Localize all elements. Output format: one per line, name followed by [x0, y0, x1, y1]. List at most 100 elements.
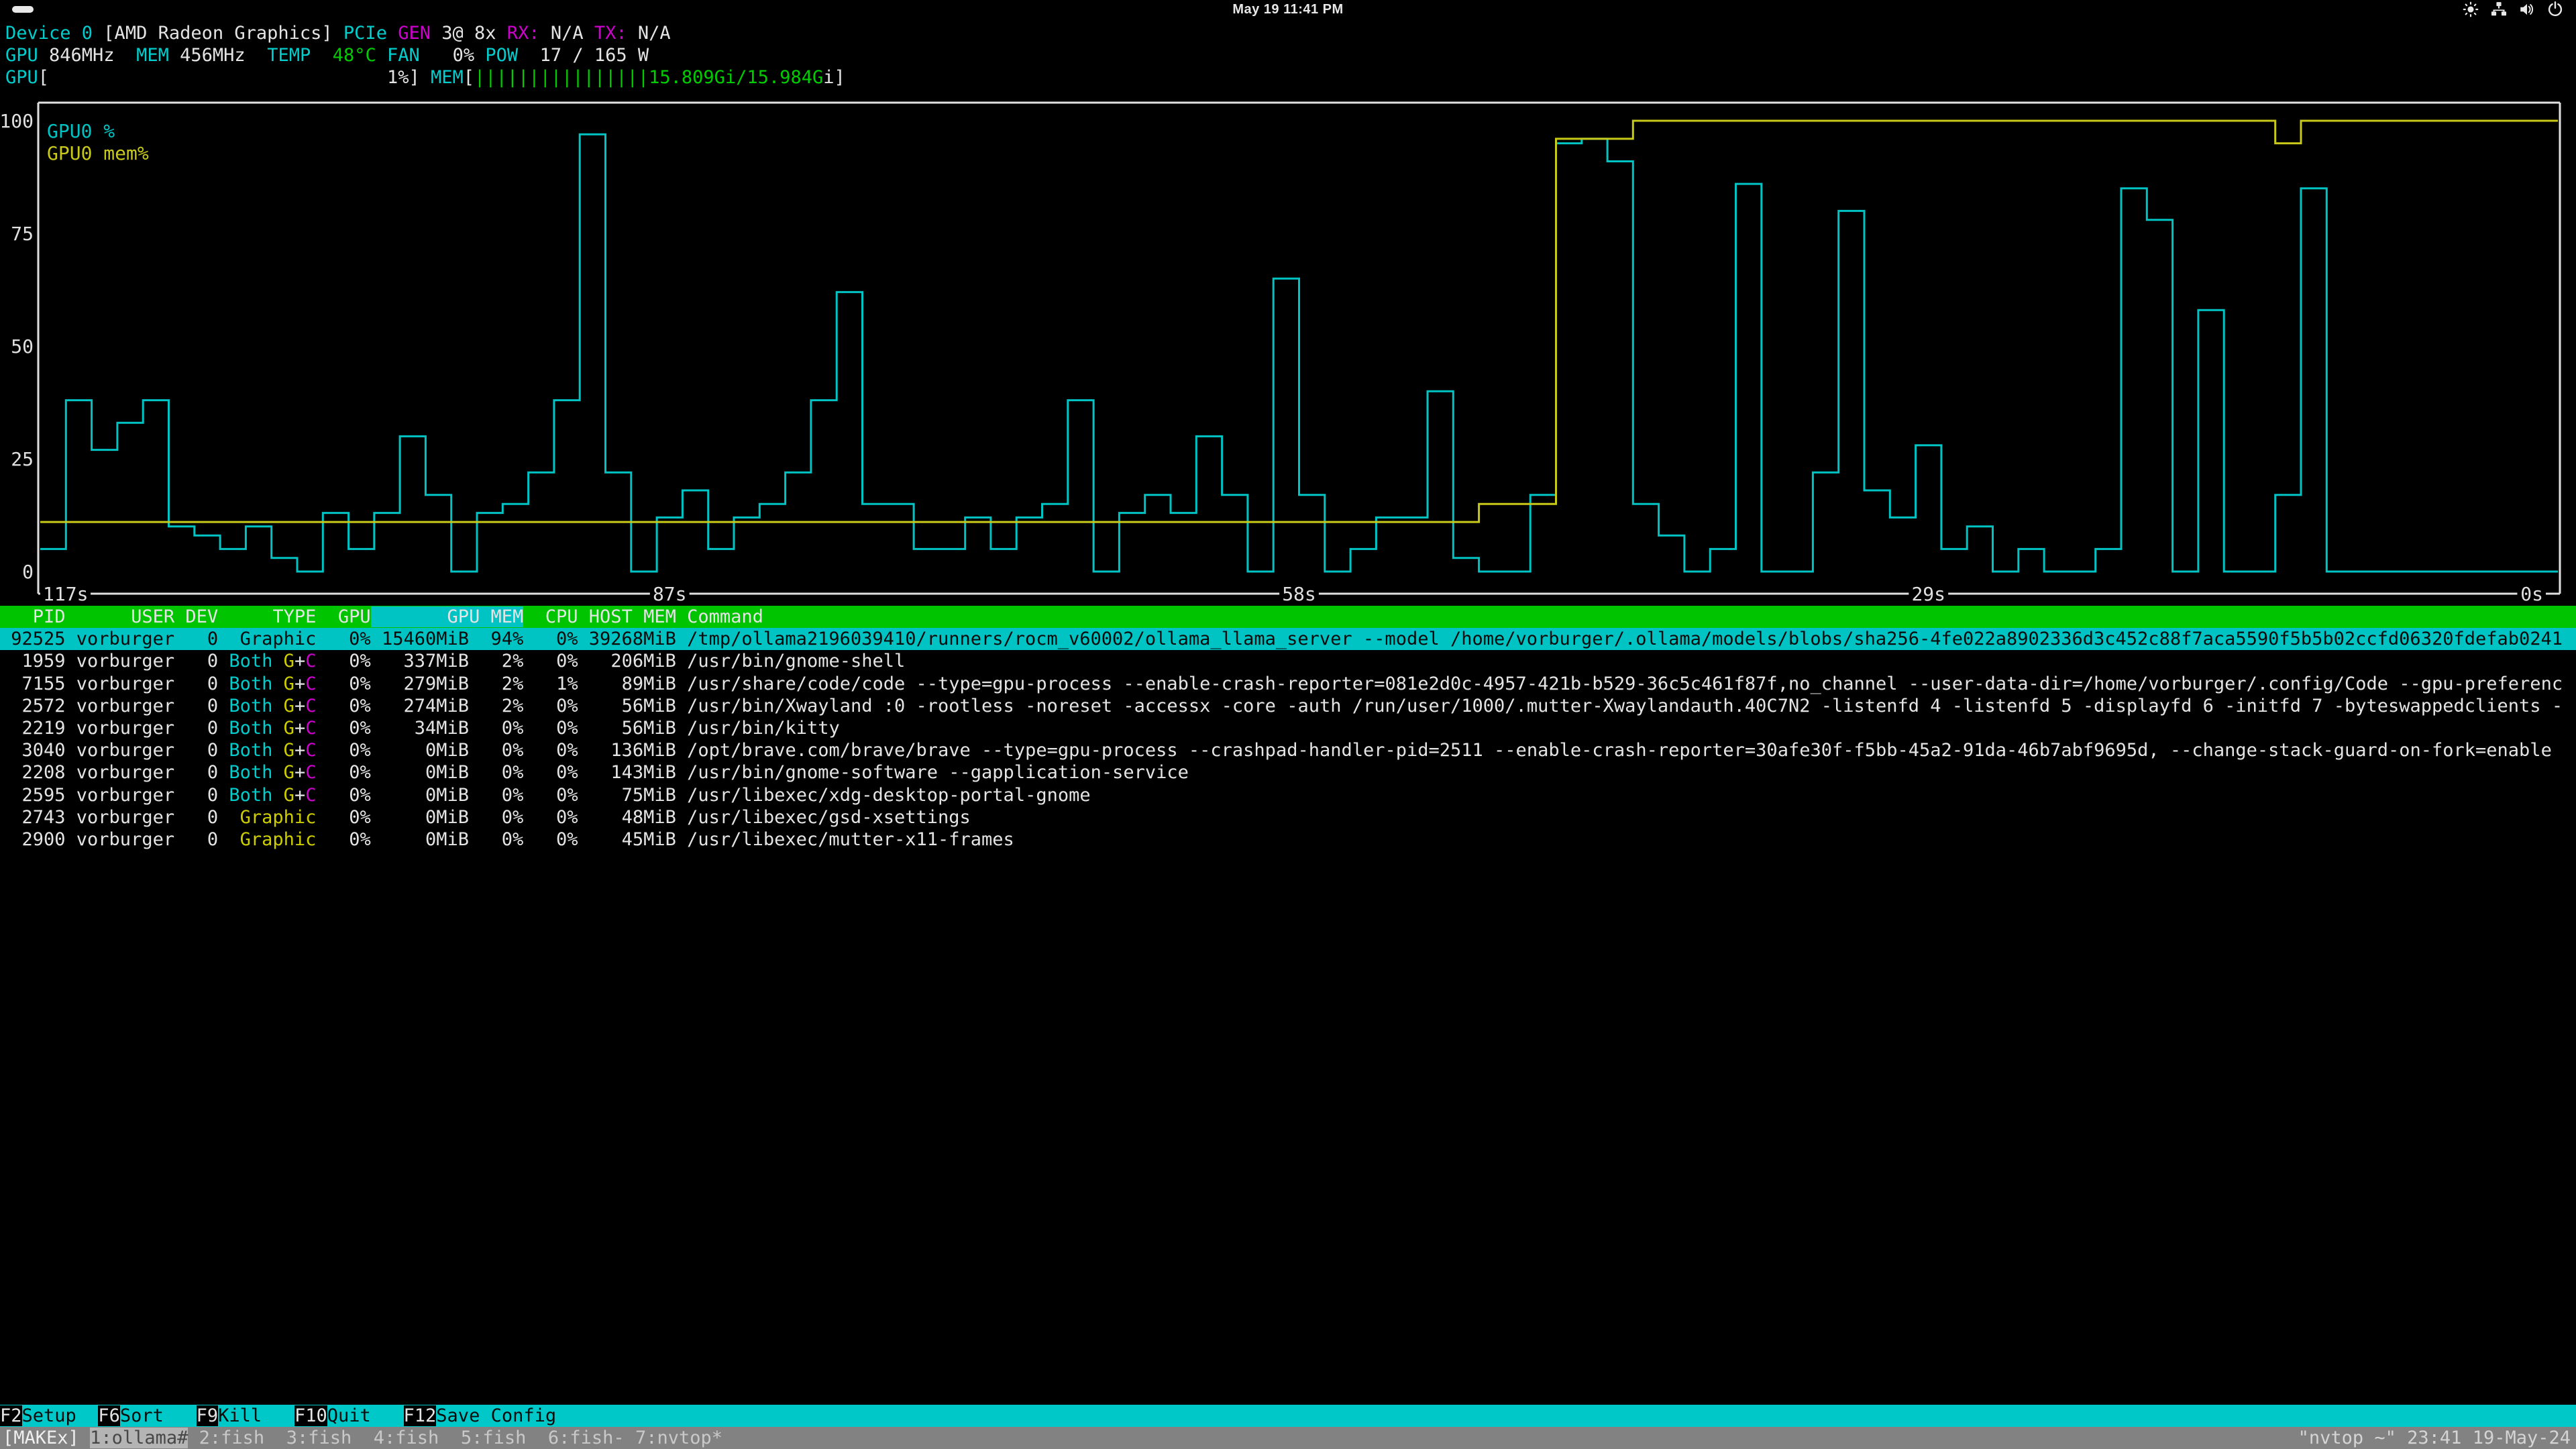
process-row[interactable]: 92525 vorburger 0 Graphic 0% 15460MiB 94…	[0, 628, 2576, 650]
tmux-window-2fish[interactable]: 2:fish	[199, 1428, 276, 1448]
process-table: PID USER DEV TYPE GPU GPU MEM CPU HOST M…	[0, 606, 2576, 851]
svg-text:117s: 117s	[43, 583, 88, 605]
process-cell-text: 7155 vorburger 0	[0, 674, 229, 694]
process-cell-text: G	[284, 674, 294, 694]
svg-text:GPU0 %: GPU0 %	[47, 120, 115, 142]
process-cell-text: G	[284, 718, 294, 739]
process-cell-text: 0% 274MiB 2% 0% 56MiB /usr/bin/Xwayland …	[316, 696, 2563, 716]
process-row[interactable]: 2219 vorburger 0 Both G+C 0% 34MiB 0% 0%…	[0, 717, 2576, 739]
process-cell-text: 3040 vorburger 0	[0, 740, 229, 761]
process-cell-text: Both	[229, 785, 272, 806]
process-row[interactable]: 2595 vorburger 0 Both G+C 0% 0MiB 0% 0% …	[0, 784, 2576, 806]
tmux-window-6fish[interactable]: 6:fish-	[548, 1428, 625, 1448]
process-cell-text: 2900 vorburger 0	[0, 829, 229, 850]
process-cell-text: Both	[229, 740, 272, 761]
process-cell-text: Both	[229, 696, 272, 716]
process-rows: 92525 vorburger 0 Graphic 0% 15460MiB 94…	[0, 628, 2576, 851]
process-cell-text: Graphic	[229, 807, 316, 828]
tmux-window-1ollama[interactable]: 1:ollama#	[90, 1428, 188, 1448]
process-cell-text: +	[294, 651, 305, 672]
process-row[interactable]: 1959 vorburger 0 Both G+C 0% 337MiB 2% 0…	[0, 650, 2576, 672]
process-cell-text: 0% 34MiB 0% 0% 56MiB /usr/bin/kitty	[316, 718, 839, 739]
process-cell-text: 0% 0MiB 0% 0% 136MiB /opt/brave.com/brav…	[316, 740, 2551, 761]
process-cell-text: +	[294, 740, 305, 761]
fkey-f10[interactable]: F10	[294, 1405, 327, 1426]
process-cell-text: C	[305, 718, 316, 739]
nvtop-terminal-screen: May 19 11:41 PM	[0, 0, 2576, 1449]
svg-text:0: 0	[22, 561, 34, 583]
process-cell-text	[272, 740, 283, 761]
process-cell-text: Both	[229, 762, 272, 783]
process-cell-text: +	[294, 785, 305, 806]
fkey-action-label[interactable]: Save Config	[436, 1405, 556, 1426]
process-cell-text: Graphic	[229, 829, 316, 850]
process-cell-text: 0% 0MiB 0% 0% 143MiB /usr/bin/gnome-soft…	[316, 762, 1188, 783]
fkey-action-label[interactable]: Quit	[327, 1405, 404, 1426]
process-cell-text: 1959 vorburger 0	[0, 651, 229, 672]
fkey-command-bar: F2Setup F6Sort F9Kill F10Quit F12Save Co…	[0, 1405, 2576, 1427]
process-cell-text	[272, 762, 283, 783]
process-cell-text: 2572 vorburger 0	[0, 696, 229, 716]
tmux-right-status: "nvtop ~" 23:41 19-May-24	[2298, 1427, 2571, 1449]
process-row[interactable]: 2743 vorburger 0 Graphic 0% 0MiB 0% 0% 4…	[0, 806, 2576, 828]
process-table-header[interactable]: PID USER DEV TYPE GPU GPU MEM CPU HOST M…	[0, 606, 2576, 628]
fkey-action-label[interactable]: Kill	[218, 1405, 294, 1426]
process-cell-text: +	[294, 674, 305, 694]
process-cell-text	[272, 718, 283, 739]
header-right-columns: CPU HOST MEM Command	[523, 606, 763, 627]
fkey-f9[interactable]: F9	[197, 1405, 219, 1426]
tmux-window-5fish[interactable]: 5:fish	[461, 1428, 537, 1448]
process-cell-text: +	[294, 762, 305, 783]
process-cell-text	[272, 674, 283, 694]
svg-text:100: 100	[0, 110, 34, 132]
svg-text:87s: 87s	[653, 583, 687, 605]
process-cell-text: +	[294, 696, 305, 716]
process-cell-text: 2743 vorburger 0	[0, 807, 229, 828]
process-cell-text: G	[284, 762, 294, 783]
process-cell-text: Both	[229, 718, 272, 739]
svg-text:50: 50	[11, 335, 34, 358]
process-row[interactable]: 2208 vorburger 0 Both G+C 0% 0MiB 0% 0% …	[0, 761, 2576, 784]
header-sort-column-gpu-mem[interactable]: GPU MEM	[371, 606, 524, 627]
process-cell-text: C	[305, 740, 316, 761]
fkey-f6[interactable]: F6	[98, 1405, 120, 1426]
process-cell-text: 0% 0MiB 0% 0% 75MiB /usr/libexec/xdg-des…	[316, 785, 1090, 806]
process-cell-text: 0% 0MiB 0% 0% 48MiB /usr/libexec/gsd-xse…	[316, 807, 970, 828]
fkey-action-label[interactable]: Setup	[22, 1405, 99, 1426]
process-cell-text: C	[305, 674, 316, 694]
process-cell-text: G	[284, 651, 294, 672]
process-cell-text: C	[305, 762, 316, 783]
process-cell-text	[272, 696, 283, 716]
process-cell-text: +	[294, 718, 305, 739]
tmux-session-name: [MAKEx]	[3, 1428, 79, 1448]
svg-text:29s: 29s	[1911, 583, 1945, 605]
svg-text:58s: 58s	[1282, 583, 1316, 605]
process-cell-text: 0% 0MiB 0% 0% 45MiB /usr/libexec/mutter-…	[316, 829, 1014, 850]
fkey-action-label[interactable]: Sort	[120, 1405, 197, 1426]
fkey-f2[interactable]: F2	[0, 1405, 22, 1426]
process-row[interactable]: 2572 vorburger 0 Both G+C 0% 274MiB 2% 0…	[0, 695, 2576, 717]
process-cell-text: 2595 vorburger 0	[0, 785, 229, 806]
process-cell-text: C	[305, 785, 316, 806]
tmux-window-4fish[interactable]: 4:fish	[374, 1428, 450, 1448]
process-cell-text: 2219 vorburger 0	[0, 718, 229, 739]
process-row[interactable]: 2900 vorburger 0 Graphic 0% 0MiB 0% 0% 4…	[0, 828, 2576, 851]
process-row[interactable]: 3040 vorburger 0 Both G+C 0% 0MiB 0% 0% …	[0, 739, 2576, 761]
fkey-f12[interactable]: F12	[404, 1405, 437, 1426]
svg-text:GPU0 mem%: GPU0 mem%	[47, 142, 149, 164]
process-cell-text: G	[284, 740, 294, 761]
process-cell-text	[272, 785, 283, 806]
process-cell-text: Both	[229, 674, 272, 694]
tmux-status-bar: [MAKEx] 1:ollama# 2:fish 3:fish 4:fish 5…	[0, 1427, 2576, 1449]
svg-text:25: 25	[11, 448, 34, 470]
process-cell-text: 0% 279MiB 2% 1% 89MiB /usr/share/code/co…	[316, 674, 2563, 694]
process-row[interactable]: 7155 vorburger 0 Both G+C 0% 279MiB 2% 1…	[0, 673, 2576, 695]
process-cell-text	[272, 651, 283, 672]
tmux-window-3fish[interactable]: 3:fish	[286, 1428, 363, 1448]
process-cell-text: 92525 vorburger 0 Graphic 0% 15460MiB 94…	[0, 629, 2563, 649]
svg-text:75: 75	[11, 223, 34, 245]
process-cell-text: 2208 vorburger 0	[0, 762, 229, 783]
process-cell-text: Both	[229, 651, 272, 672]
tmux-window-7nvtop[interactable]: 7:nvtop*	[635, 1428, 722, 1448]
process-cell-text: G	[284, 696, 294, 716]
